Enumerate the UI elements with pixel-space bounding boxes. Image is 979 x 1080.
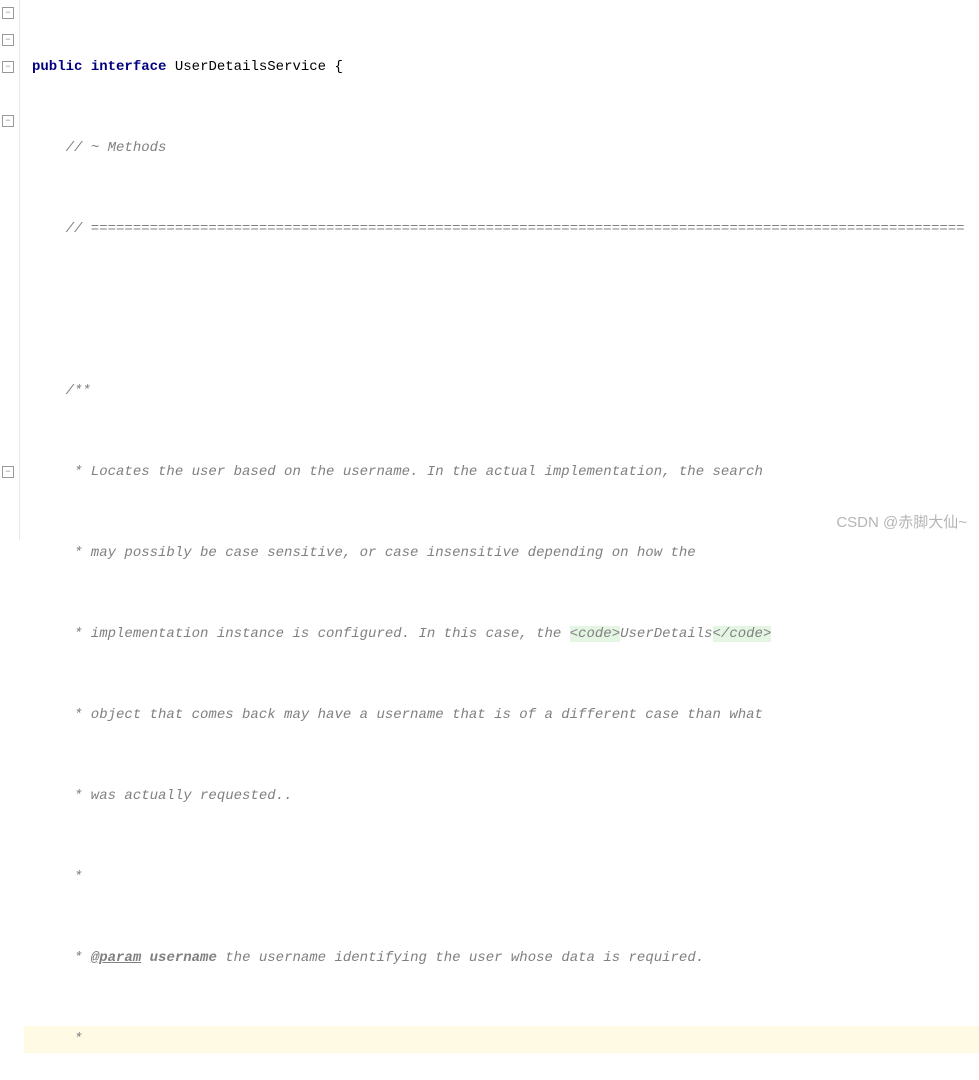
code-area[interactable]: public interface UserDetailsService { //…	[20, 0, 979, 540]
code-line: /**	[24, 378, 979, 405]
code-line-highlighted: *	[24, 1026, 979, 1053]
code-line: * @param username the username identifyi…	[24, 945, 979, 972]
code-line: // =====================================…	[24, 216, 979, 243]
code-line: * implementation instance is configured.…	[24, 621, 979, 648]
doc-code-tag: </code>	[713, 626, 772, 642]
fold-marker-icon[interactable]: −	[2, 7, 14, 19]
fold-marker-icon[interactable]: −	[2, 466, 14, 478]
code-line: // ~ Methods	[24, 135, 979, 162]
code-line: *	[24, 864, 979, 891]
code-line	[24, 297, 979, 324]
doc-param-tag: @param	[91, 950, 141, 966]
code-line: * may possibly be case sensitive, or cas…	[24, 540, 979, 567]
class-name: UserDetailsService	[175, 59, 326, 75]
fold-marker-icon[interactable]: −	[2, 34, 14, 46]
doc-code-tag: <code>	[570, 626, 620, 642]
gutter: − − − − −	[0, 0, 20, 540]
fold-marker-icon[interactable]: −	[2, 115, 14, 127]
keyword-public: public	[32, 59, 82, 75]
fold-marker-icon[interactable]: −	[2, 61, 14, 73]
keyword-interface: interface	[91, 59, 167, 75]
code-line: * object that comes back may have a user…	[24, 702, 979, 729]
code-line: public interface UserDetailsService {	[24, 54, 979, 81]
code-editor[interactable]: − − − − − public interface UserDetailsSe…	[0, 0, 979, 540]
code-line: * was actually requested..	[24, 783, 979, 810]
code-line: * Locates the user based on the username…	[24, 459, 979, 486]
